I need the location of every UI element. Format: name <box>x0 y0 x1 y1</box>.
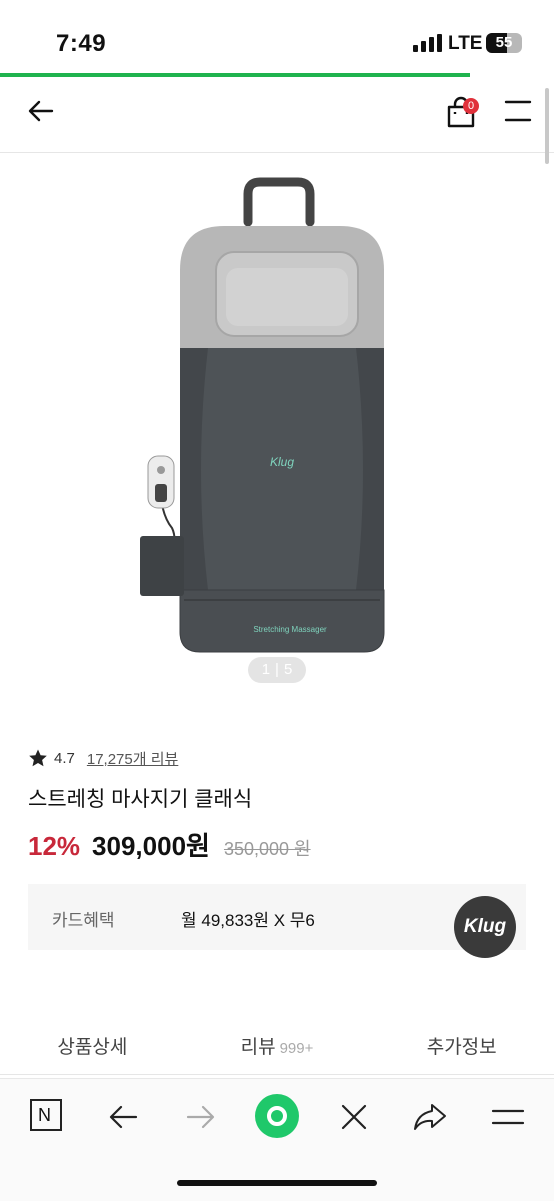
card-benefit-box[interactable]: 카드혜택 월 49,833원 X 무6 <box>28 884 526 950</box>
close-icon[interactable] <box>334 1097 374 1137</box>
home-indicator[interactable] <box>177 1180 377 1186</box>
naver-n-icon[interactable]: N <box>28 1097 68 1137</box>
arrow-left-icon[interactable] <box>26 96 56 126</box>
hamburger-menu-icon[interactable] <box>504 98 532 124</box>
cart-count-badge: 0 <box>463 98 479 114</box>
scrollbar[interactable] <box>545 88 549 164</box>
tab-product-detail[interactable]: 상품상세 <box>0 1020 185 1074</box>
naver-n-label: N <box>38 1105 51 1125</box>
product-title: 스트레칭 마사지기 클래식 <box>28 788 253 811</box>
status-bar: 7:49 LTE 55 <box>0 0 554 74</box>
battery-level: 55 <box>495 34 513 51</box>
image-pager: 1 | 5 <box>248 657 306 683</box>
tab-additional-info[interactable]: 추가정보 <box>369 1020 554 1074</box>
tab-label: 상품상세 <box>57 1037 128 1058</box>
tab-label: 추가정보 <box>426 1037 497 1058</box>
tab-review-count: 999+ <box>279 1040 314 1057</box>
tab-label: 리뷰 <box>240 1037 276 1058</box>
status-time: 7:49 <box>56 30 107 57</box>
page-load-progress <box>0 73 470 77</box>
green-home-icon[interactable] <box>254 1093 300 1139</box>
signal-icon <box>413 34 442 52</box>
brand-logo[interactable]: Klug <box>454 896 516 958</box>
sale-price: 309,000원 <box>92 831 210 861</box>
product-image[interactable]: Klug Stretching Massager <box>100 170 454 660</box>
top-header: 0 <box>0 78 554 153</box>
pager-current: 1 <box>261 661 271 678</box>
battery-icon: 55 <box>486 33 522 53</box>
pager-total: 5 <box>283 661 293 678</box>
reviews-link[interactable]: 17,275개 리뷰 <box>87 748 178 769</box>
original-price: 350,000 원 <box>223 839 311 859</box>
pager-separator: | <box>275 661 279 678</box>
product-tabs: 상품상세 리뷰 999+ 추가정보 <box>0 1020 554 1075</box>
card-benefit-value: 월 49,833원 X 무6 <box>181 911 315 930</box>
rating-row: 4.7 17,275개 리뷰 <box>28 746 178 770</box>
tab-reviews[interactable]: 리뷰 999+ <box>185 1020 370 1074</box>
device-brand-label: Klug <box>270 455 294 469</box>
rating-score: 4.7 <box>54 749 75 767</box>
price-row: 12% 309,000원 350,000 원 <box>28 826 311 862</box>
card-benefit-label: 카드혜택 <box>52 911 115 930</box>
discount-rate: 12% <box>28 831 81 861</box>
forward-arrow-icon[interactable] <box>180 1097 220 1137</box>
device-caption-label: Stretching Massager <box>253 625 327 634</box>
back-arrow-icon[interactable] <box>104 1097 144 1137</box>
network-type: LTE <box>448 33 483 54</box>
star-icon <box>29 749 47 767</box>
menu-icon[interactable] <box>488 1097 528 1137</box>
share-icon[interactable] <box>410 1097 450 1137</box>
